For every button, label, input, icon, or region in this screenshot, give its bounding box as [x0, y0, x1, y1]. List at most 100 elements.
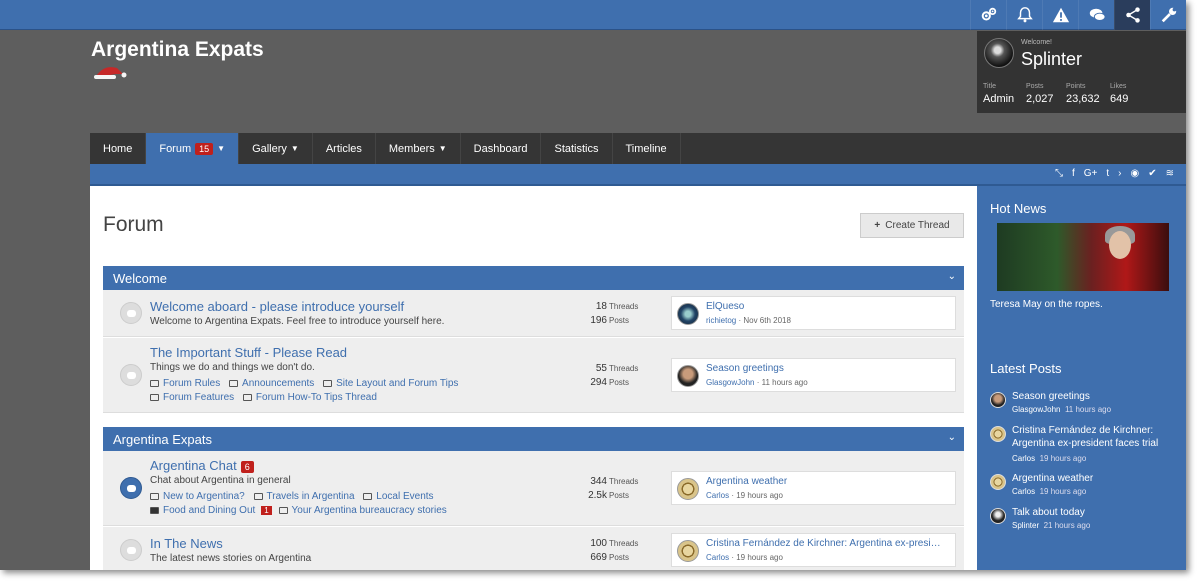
subforum-label: Local Events — [376, 491, 434, 502]
subforum-label: Food and Dining Out — [163, 505, 256, 516]
subforum-link[interactable]: Forum Rules — [150, 378, 220, 389]
last-post-title[interactable]: Argentina weather — [706, 476, 946, 487]
avatar[interactable] — [990, 474, 1006, 490]
avatar[interactable] — [677, 478, 699, 500]
category-header-welcome[interactable]: Welcome ⌄ — [103, 266, 964, 290]
latest-post-user[interactable]: Carlos — [1012, 487, 1035, 496]
eye-icon[interactable]: ◉ — [1130, 168, 1139, 179]
last-post-user[interactable]: Carlos — [706, 553, 729, 562]
google-plus-icon[interactable]: G+ — [1084, 168, 1098, 179]
wrench-icon[interactable] — [1150, 0, 1186, 30]
alert-icon[interactable] — [1042, 0, 1078, 30]
chevron-down-icon[interactable]: ▼ — [291, 144, 299, 153]
last-post-user[interactable]: GlasgowJohn — [706, 378, 754, 387]
tab-forum[interactable]: Forum 15 ▼ — [146, 133, 240, 164]
last-post-title[interactable]: ElQueso — [706, 301, 946, 312]
tab-articles[interactable]: Articles — [313, 133, 376, 164]
chat-icon[interactable] — [1078, 0, 1114, 30]
chevron-right-icon[interactable]: › — [1118, 168, 1121, 179]
forum-read-icon — [120, 364, 142, 386]
latest-post-user[interactable]: Carlos — [1012, 454, 1035, 463]
latest-post-user[interactable]: Splinter — [1012, 521, 1039, 530]
last-post-user[interactable]: Carlos — [706, 491, 729, 500]
category-header-argentina-expats[interactable]: Argentina Expats ⌄ — [103, 427, 964, 451]
forum-title[interactable]: In The News — [150, 536, 223, 551]
news-caption[interactable]: Teresa May on the ropes. — [990, 299, 1103, 310]
subforum-label: Announcements — [242, 378, 315, 389]
forum-title[interactable]: The Important Stuff - Please Read — [150, 345, 347, 360]
last-post-date: 19 hours ago — [736, 553, 783, 562]
chevron-down-icon[interactable]: ⌄ — [948, 432, 956, 443]
forum-title[interactable]: Welcome aboard - please introduce yourse… — [150, 299, 404, 314]
post-count: 669 — [590, 552, 607, 563]
create-thread-button[interactable]: + Create Thread — [860, 213, 964, 238]
chevron-down-icon[interactable]: ▼ — [217, 144, 225, 153]
tab-label: Home — [103, 142, 133, 155]
subforum-link[interactable]: Your Argentina bureaucracy stories — [278, 505, 447, 516]
latest-post-title[interactable]: Season greetings — [1012, 390, 1180, 403]
avatar[interactable] — [677, 303, 699, 325]
last-post-title[interactable]: Cristina Fernández de Kirchner: Argentin… — [706, 538, 946, 549]
news-image[interactable] — [997, 223, 1169, 291]
avatar[interactable] — [677, 365, 699, 387]
rss-icon[interactable]: ≋ — [1166, 168, 1174, 179]
sub-nav: ⤡ f G+ t › ◉ ✔ ≋ — [90, 164, 1186, 186]
hot-news-heading: Hot News — [990, 201, 1047, 216]
subforum-link[interactable]: Local Events — [363, 491, 434, 502]
tab-label: Statistics — [554, 142, 599, 155]
tab-timeline[interactable]: Timeline — [613, 133, 681, 164]
user-stat-posts: Posts 2,027 — [1026, 83, 1054, 105]
site-logo[interactable]: Argentina Expats — [91, 38, 264, 62]
stat-label: Points — [1066, 83, 1086, 90]
avatar[interactable] — [990, 508, 1006, 524]
tab-dashboard[interactable]: Dashboard — [461, 133, 542, 164]
forum-read-icon — [120, 539, 142, 561]
bell-icon[interactable] — [1006, 0, 1042, 30]
subforum-label: New to Argentina? — [163, 491, 245, 502]
twitter-icon[interactable]: t — [1106, 168, 1109, 179]
user-stat-likes: Likes 649 — [1110, 83, 1128, 105]
tab-gallery[interactable]: Gallery ▼ — [239, 133, 313, 164]
subforum-list: New to Argentina? Travels in Argentina L… — [150, 491, 440, 502]
folder-icon — [253, 493, 263, 500]
forum-title[interactable]: Argentina Chat — [150, 458, 237, 473]
collapse-icon[interactable]: ⤡ — [1055, 168, 1063, 179]
avatar[interactable] — [677, 540, 699, 562]
last-post-title[interactable]: Season greetings — [706, 363, 946, 374]
subforum-link[interactable]: Forum How-To Tips Thread — [242, 392, 377, 403]
tab-home[interactable]: Home — [90, 133, 147, 164]
subforum-link[interactable]: New to Argentina? — [150, 491, 245, 502]
tab-label: Dashboard — [473, 142, 528, 155]
latest-post-title[interactable]: Argentina weather — [1012, 472, 1180, 485]
chevron-down-icon[interactable]: ▼ — [439, 144, 447, 153]
forum-stats: 100 Threads 669 Posts — [551, 537, 641, 565]
facebook-icon[interactable]: f — [1072, 168, 1075, 179]
post-count: 294 — [590, 377, 607, 388]
share-icon[interactable] — [1114, 0, 1150, 30]
username[interactable]: Splinter — [1021, 49, 1082, 70]
avatar[interactable] — [990, 426, 1006, 442]
forum-stats: 344 Threads 2.5k Posts — [551, 475, 641, 503]
latest-post-meta: GlasgowJohn 11 hours ago — [1012, 405, 1111, 414]
avatar[interactable] — [984, 38, 1014, 68]
forum-stats: 55 Threads 294 Posts — [551, 362, 641, 390]
subforum-link[interactable]: Travels in Argentina — [253, 491, 355, 502]
subforum-link[interactable]: Food and Dining Out — [150, 505, 255, 516]
latest-post-title[interactable]: Cristina Fernández de Kirchner: Argentin… — [1012, 424, 1180, 450]
settings-icon[interactable] — [970, 0, 1006, 30]
check-icon[interactable]: ✔ — [1148, 168, 1156, 179]
latest-post-title[interactable]: Talk about today — [1012, 506, 1180, 519]
last-post-date: Nov 6th 2018 — [743, 316, 791, 325]
tab-members[interactable]: Members ▼ — [376, 133, 461, 164]
tab-statistics[interactable]: Statistics — [541, 133, 613, 164]
avatar[interactable] — [990, 392, 1006, 408]
subforum-link[interactable]: Forum Features — [150, 392, 234, 403]
subforum-link[interactable]: Site Layout and Forum Tips — [323, 378, 458, 389]
latest-post-user[interactable]: GlasgowJohn — [1012, 405, 1060, 414]
chevron-down-icon[interactable]: ⌄ — [948, 271, 956, 282]
subforum-link[interactable]: Announcements — [229, 378, 314, 389]
forum-node: Argentina Chat 6 Chat about Argentina in … — [103, 451, 964, 526]
last-post-meta: richietog · Nov 6th 2018 — [706, 316, 791, 325]
stat-value: 649 — [1110, 93, 1129, 105]
last-post-user[interactable]: richietog — [706, 316, 736, 325]
